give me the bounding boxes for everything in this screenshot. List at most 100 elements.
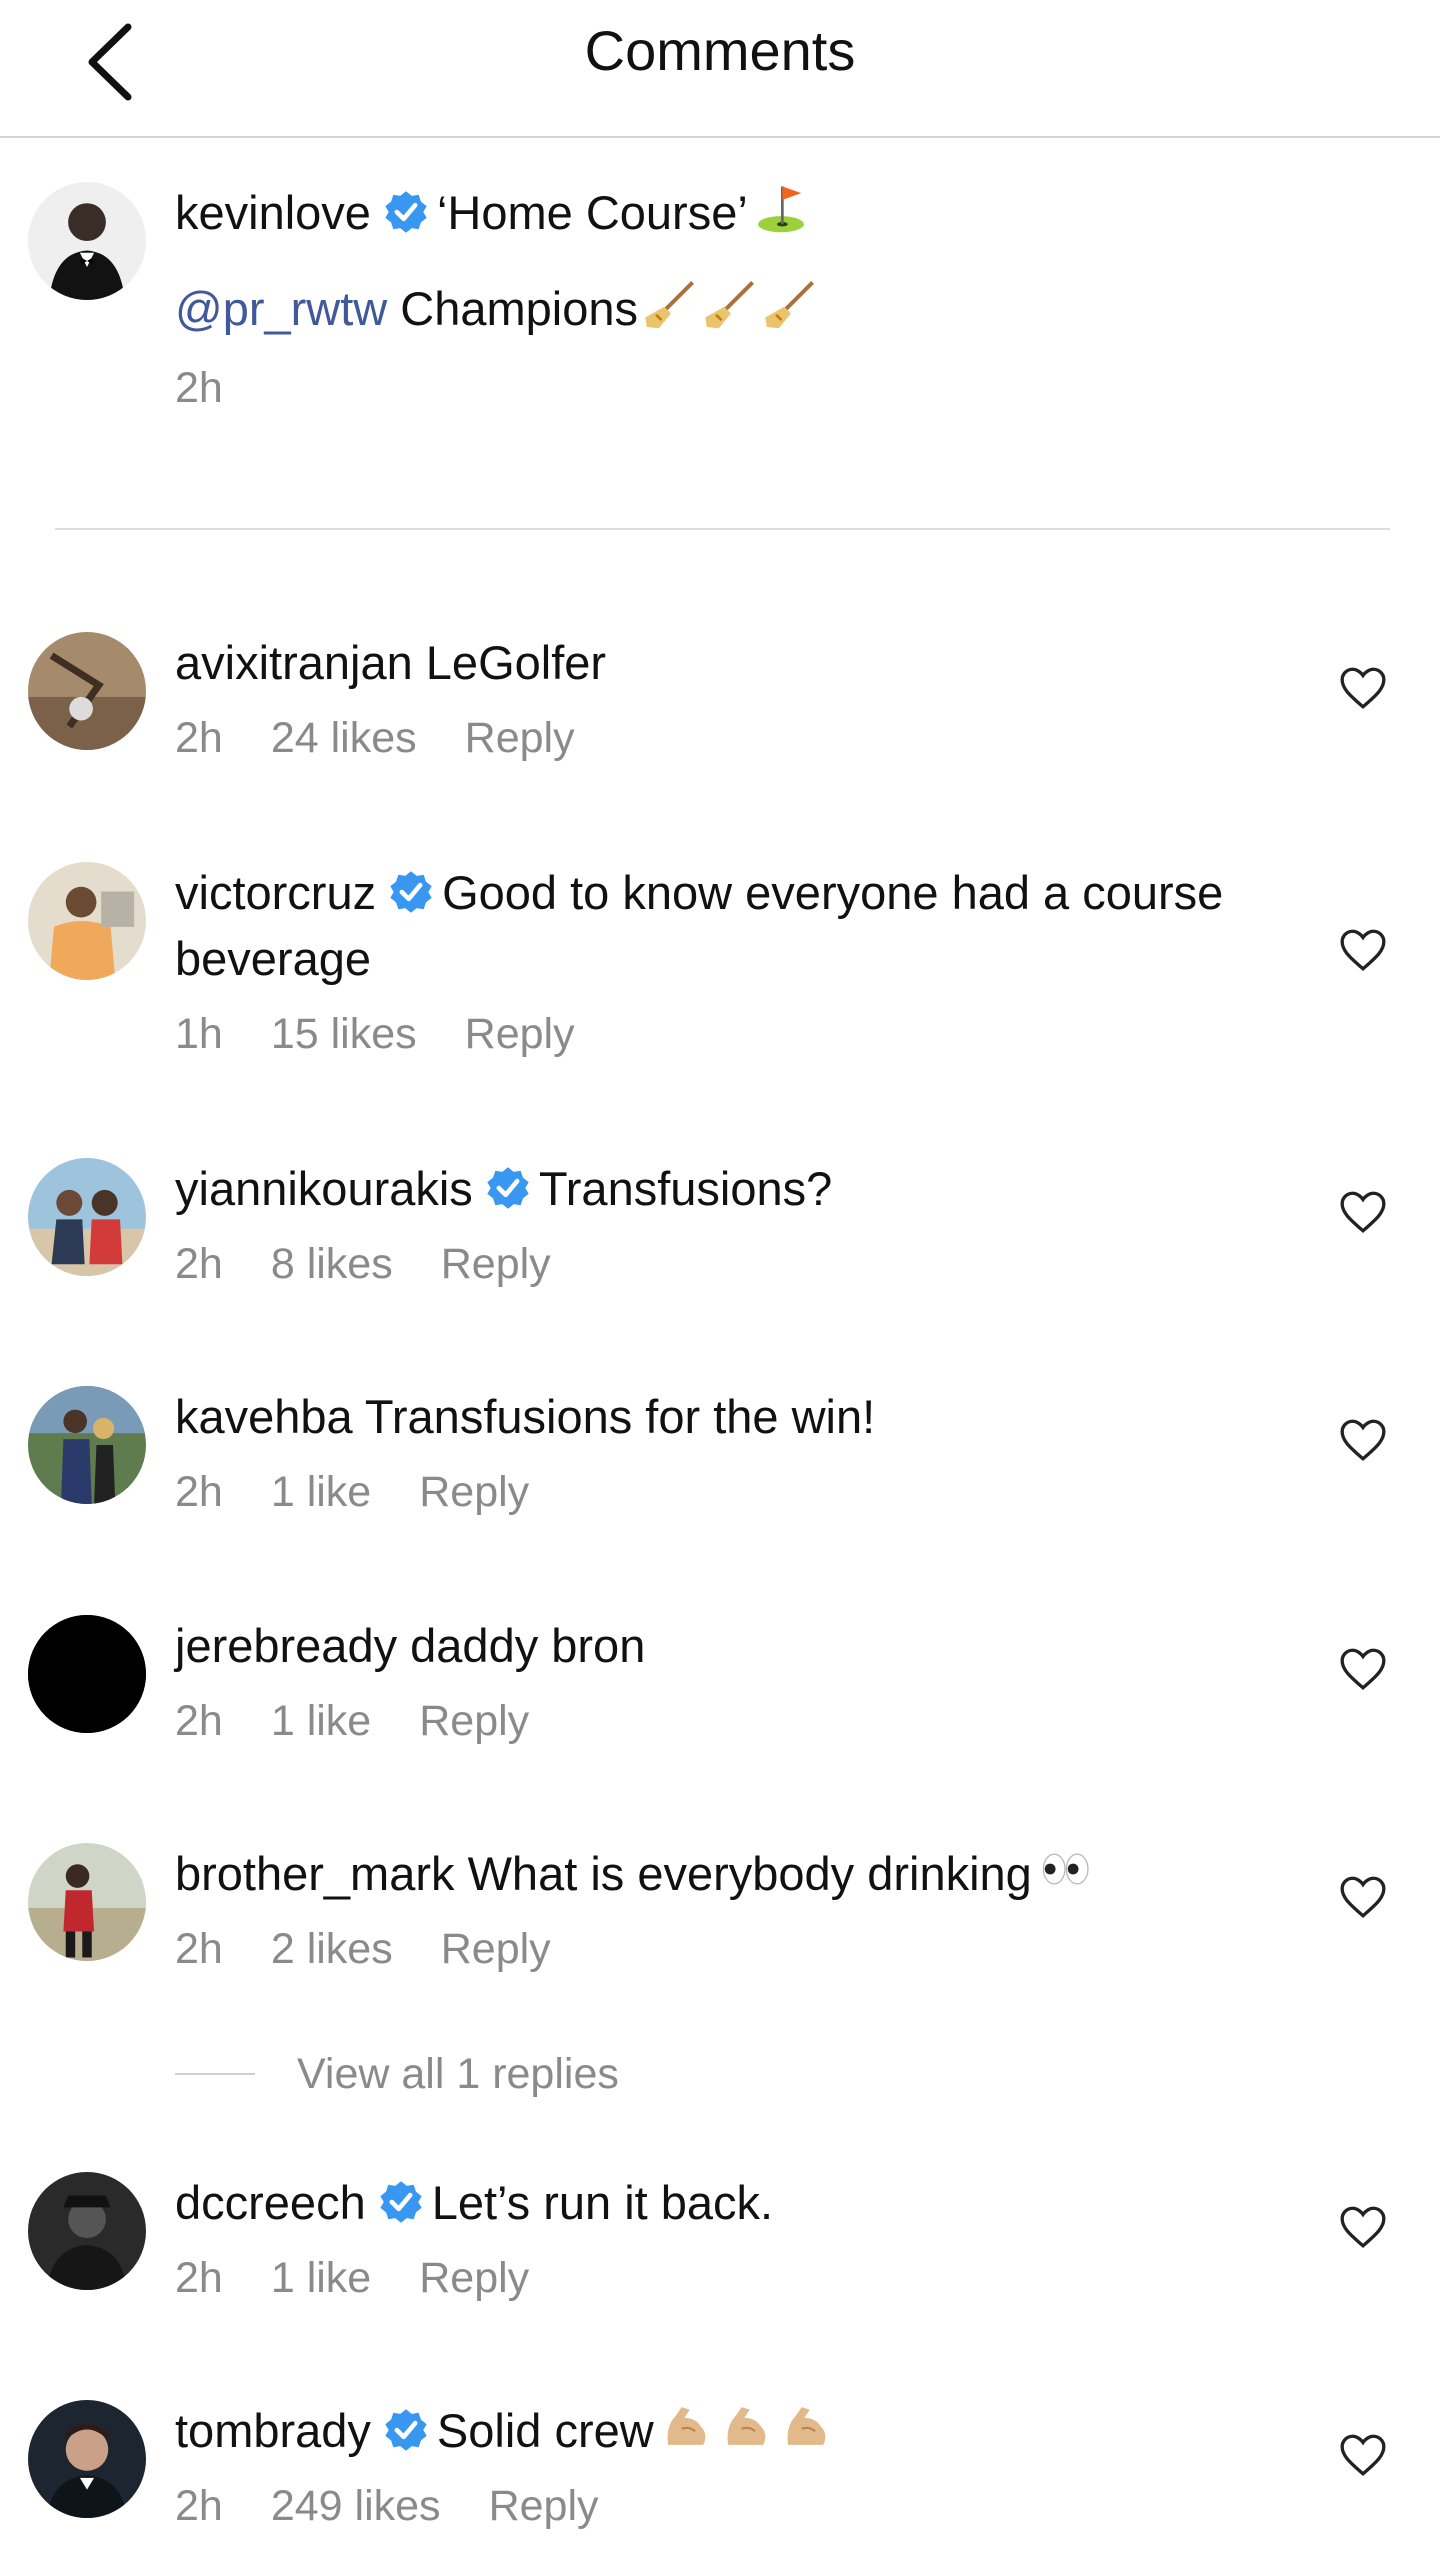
heart-icon [1340, 667, 1386, 709]
comment-text: kavehba Transfusions for the win! [175, 1384, 1275, 1450]
caption-meta: 2h [175, 364, 1275, 413]
timestamp: 2h [175, 1240, 223, 1288]
like-button[interactable] [1338, 2430, 1388, 2480]
verified-badge-icon [485, 1165, 531, 1211]
comment: avixitranjan LeGolfer 2h 24 likes Reply [175, 630, 1275, 763]
avatar[interactable] [28, 1386, 146, 1504]
heart-icon [1340, 1419, 1386, 1461]
comment: victorcruz Good to know everyone had a co… [175, 860, 1275, 1059]
comment-username[interactable]: kavehba [175, 1390, 353, 1443]
like-button[interactable] [1338, 1872, 1388, 1922]
like-count[interactable]: 8 likes [271, 1240, 393, 1289]
caption-line-1: ‘Home Course’ [436, 186, 748, 239]
timestamp: 2h [175, 1468, 223, 1516]
avatar[interactable] [28, 2400, 146, 2518]
timestamp: 2h [175, 1925, 223, 1973]
heart-icon [1340, 2434, 1386, 2476]
avatar[interactable] [28, 1615, 146, 1733]
comment-text: dccreech Let’s run it back. [175, 2170, 1275, 2236]
comment-meta: 2h 1 like Reply [175, 1468, 1275, 1517]
comment-username[interactable]: brother_mark [175, 1847, 455, 1900]
caption-text: kevinlove ‘Home Course’ [175, 180, 1275, 246]
like-button[interactable] [1338, 1415, 1388, 1465]
avatar[interactable] [28, 2172, 146, 2290]
like-button[interactable] [1338, 1644, 1388, 1694]
flexed-biceps-emoji-icon [660, 2399, 714, 2453]
flexed-biceps-emoji-icon [780, 2399, 834, 2453]
avatar[interactable] [28, 862, 146, 980]
reply-button[interactable]: Reply [489, 2482, 599, 2531]
comment-meta: 2h 249 likes Reply [175, 2482, 1275, 2531]
avatar[interactable] [28, 632, 146, 750]
flexed-biceps-emoji-icon [720, 2399, 774, 2453]
comment: kavehba Transfusions for the win! 2h 1 l… [175, 1384, 1275, 1517]
like-count[interactable]: 1 like [271, 2254, 371, 2303]
comment-text: jerebready daddy bron [175, 1613, 1275, 1679]
like-count[interactable]: 249 likes [271, 2482, 441, 2531]
comment-username[interactable]: tombrady [175, 2404, 371, 2457]
like-button[interactable] [1338, 2202, 1388, 2252]
reply-button[interactable]: Reply [419, 2254, 529, 2303]
page-title: Comments [584, 19, 856, 82]
comment-text: avixitranjan LeGolfer [175, 630, 1275, 696]
verified-badge-icon [378, 2179, 424, 2225]
comment-text: victorcruz Good to know everyone had a co… [175, 860, 1275, 992]
comment-body: Transfusions for the win! [364, 1390, 876, 1443]
divider [55, 528, 1390, 530]
view-replies[interactable]: View all 1 replies [175, 2044, 619, 2104]
like-count[interactable]: 24 likes [271, 714, 417, 763]
timestamp: 2h [175, 1697, 223, 1745]
avatar[interactable] [28, 1158, 146, 1276]
golf-flag-emoji-icon [754, 181, 808, 235]
heart-icon [1340, 1876, 1386, 1918]
avatar[interactable] [28, 1843, 146, 1961]
comment-text: yiannikourakis Transfusions? [175, 1156, 1275, 1222]
like-count[interactable]: 1 like [271, 1468, 371, 1517]
like-count[interactable]: 1 like [271, 1697, 371, 1746]
heart-icon [1340, 1648, 1386, 1690]
comment-username[interactable]: victorcruz [175, 866, 376, 919]
caption-line-2: @pr_rwtw Champions [175, 276, 1275, 342]
like-button[interactable] [1338, 663, 1388, 713]
reply-button[interactable]: Reply [419, 1468, 529, 1517]
timestamp: 2h [175, 2482, 223, 2530]
timestamp: 1h [175, 1010, 223, 1058]
reply-button[interactable]: Reply [441, 1240, 551, 1289]
timestamp: 2h [175, 714, 223, 762]
comment-meta: 2h 24 likes Reply [175, 714, 1275, 763]
comment-username[interactable]: jerebready [175, 1619, 397, 1672]
comment-username[interactable]: dccreech [175, 2176, 366, 2229]
eyes-emoji-icon [1038, 1842, 1092, 1896]
timestamp: 2h [175, 2254, 223, 2302]
broom-emoji-icon [764, 277, 818, 331]
avatar[interactable] [28, 182, 146, 300]
like-count[interactable]: 15 likes [271, 1010, 417, 1059]
comment-meta: 2h 1 like Reply [175, 1697, 1275, 1746]
reply-button[interactable]: Reply [441, 1925, 551, 1974]
heart-icon [1340, 2206, 1386, 2248]
replies-indent-line [175, 2073, 255, 2075]
caption-username[interactable]: kevinlove [175, 186, 371, 239]
caption: kevinlove ‘Home Course’ @pr_rwtw Champion… [175, 180, 1275, 413]
verified-badge-icon [388, 869, 434, 915]
reply-button[interactable]: Reply [419, 1697, 529, 1746]
reply-button[interactable]: Reply [465, 714, 575, 763]
like-button[interactable] [1338, 925, 1388, 975]
reply-button[interactable]: Reply [465, 1010, 575, 1059]
comment-username[interactable]: avixitranjan [175, 636, 413, 689]
comment-meta: 2h 1 like Reply [175, 2254, 1275, 2303]
view-replies-link[interactable]: View all 1 replies [297, 2050, 619, 2099]
comment: yiannikourakis Transfusions? 2h 8 likes R… [175, 1156, 1275, 1289]
comment-username[interactable]: yiannikourakis [175, 1162, 473, 1215]
caption-line-2-text: Champions [400, 282, 639, 335]
comment: brother_mark What is everybody drinking … [175, 1841, 1275, 1974]
comment-body: Transfusions? [538, 1162, 833, 1215]
like-button[interactable] [1338, 1187, 1388, 1237]
comment: tombrady Solid crew 2h 249 likes Reply [175, 2398, 1275, 2531]
mention-link[interactable]: @pr_rwtw [175, 282, 387, 335]
broom-emoji-icon [704, 277, 758, 331]
comment-body: What is everybody drinking [467, 1847, 1032, 1900]
comment-text: brother_mark What is everybody drinking [175, 1841, 1275, 1907]
comment-meta: 2h 8 likes Reply [175, 1240, 1275, 1289]
like-count[interactable]: 2 likes [271, 1925, 393, 1974]
